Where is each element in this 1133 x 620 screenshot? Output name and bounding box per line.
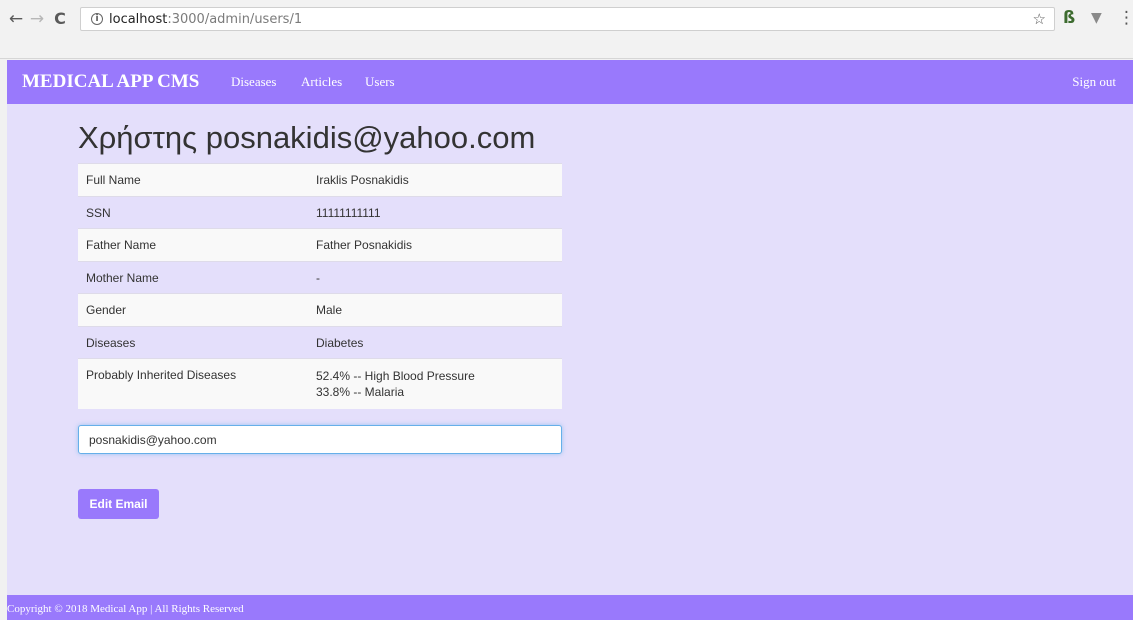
edit-email-button[interactable]: Edit Email [78, 489, 159, 519]
top-navbar: MEDICAL APP CMS Diseases Articles Users … [7, 60, 1133, 104]
info-icon[interactable]: i [91, 13, 103, 25]
extension-b-icon[interactable]: ß [1063, 8, 1075, 28]
row-label: Gender [78, 293, 308, 326]
row-value: 52.4% -- High Blood Pressure 33.8% -- Ma… [308, 358, 562, 409]
inherited-disease-item: 52.4% -- High Blood Pressure [316, 369, 475, 383]
row-label: SSN [78, 195, 308, 229]
url-path: :3000/admin/users/1 [167, 12, 303, 27]
bookmark-star-icon[interactable]: ☆ [1033, 10, 1046, 28]
url-text[interactable]: localhost:3000/admin/users/1 [109, 12, 302, 27]
table-row-gender: Gender Male [78, 293, 562, 326]
nav-link-articles[interactable]: Articles [301, 74, 342, 90]
row-value: 11111111111 [308, 195, 562, 229]
row-label: Father Name [78, 228, 308, 261]
table-row-inherited-diseases: Probably Inherited Diseases 52.4% -- Hig… [78, 358, 562, 409]
table-row-father-name: Father Name Father Posnakidis [78, 228, 562, 261]
footer: Copyright © 2018 Medical App | All Right… [7, 595, 1133, 620]
table-row-ssn: SSN 11111111111 [78, 195, 562, 229]
forward-arrow-icon[interactable]: → [27, 8, 47, 30]
row-label: Diseases [78, 325, 308, 359]
row-label: Probably Inherited Diseases [78, 358, 308, 409]
browser-toolbar: ← → C i localhost:3000/admin/users/1 ☆ ß… [0, 0, 1133, 59]
sign-out-link[interactable]: Sign out [1072, 74, 1116, 90]
reload-icon[interactable]: C [50, 8, 70, 30]
table-row-mother-name: Mother Name - [78, 260, 562, 294]
row-label: Mother Name [78, 260, 308, 294]
row-value: Male [308, 293, 562, 326]
address-bar[interactable]: i localhost:3000/admin/users/1 ☆ [80, 7, 1055, 31]
url-host: localhost [109, 12, 168, 27]
email-field[interactable] [78, 425, 562, 454]
row-value: - [308, 260, 562, 294]
table-row-diseases: Diseases Diabetes [78, 325, 562, 359]
back-arrow-icon[interactable]: ← [6, 8, 26, 30]
inherited-disease-item: 33.8% -- Malaria [316, 385, 405, 399]
page-title: Χρήστης posnakidis@yahoo.com [78, 120, 536, 155]
user-details-table: Full Name Iraklis Posnakidis SSN 1111111… [78, 163, 562, 409]
row-value: Father Posnakidis [308, 228, 562, 261]
extension-v-icon[interactable]: ▼ [1091, 8, 1102, 28]
brand-logo[interactable]: MEDICAL APP CMS [22, 71, 199, 93]
row-label: Full Name [78, 163, 308, 196]
row-value: Diabetes [308, 325, 562, 359]
row-value: Iraklis Posnakidis [308, 163, 562, 196]
table-row-full-name: Full Name Iraklis Posnakidis [78, 163, 562, 196]
browser-menu-icon[interactable]: ⋮ [1118, 7, 1133, 29]
copyright-text: Copyright © 2018 Medical App | All Right… [7, 603, 244, 615]
nav-link-users[interactable]: Users [365, 74, 395, 90]
page-content: MEDICAL APP CMS Diseases Articles Users … [7, 60, 1133, 620]
nav-link-diseases[interactable]: Diseases [231, 74, 277, 90]
